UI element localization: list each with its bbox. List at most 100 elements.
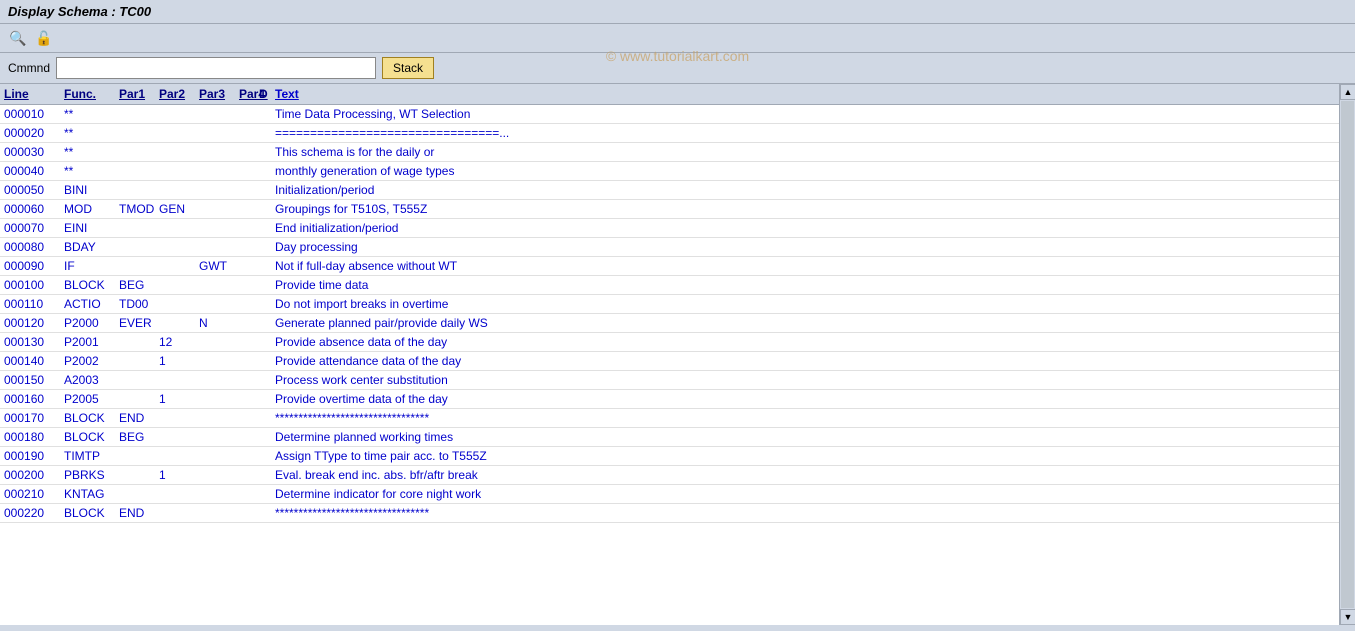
cell-par3 — [195, 144, 235, 160]
cell-par4 — [235, 448, 255, 464]
cell-d — [255, 163, 271, 179]
cell-par4 — [235, 334, 255, 350]
cell-par3 — [195, 467, 235, 483]
cell-par1 — [115, 125, 155, 141]
cell-line: 000180 — [0, 429, 60, 445]
table-row[interactable]: 000160 P2005 1 Provide overtime data of … — [0, 390, 1339, 409]
cell-func: KNTAG — [60, 486, 115, 502]
cell-d — [255, 277, 271, 293]
stack-button[interactable]: Stack — [382, 57, 434, 79]
scroll-down-arrow[interactable]: ▼ — [1340, 609, 1355, 625]
cell-func: P2000 — [60, 315, 115, 331]
scrollbar-right[interactable]: ▲ ▼ — [1339, 84, 1355, 625]
cell-d — [255, 467, 271, 483]
table-row[interactable]: 000120 P2000 EVER N Generate planned pai… — [0, 314, 1339, 333]
cell-par3 — [195, 372, 235, 388]
table-row[interactable]: 000210 KNTAG Determine indicator for cor… — [0, 485, 1339, 504]
table-row[interactable]: 000050 BINI Initialization/period — [0, 181, 1339, 200]
col-d: D — [255, 86, 271, 102]
table-row[interactable]: 000170 BLOCK END ***********************… — [0, 409, 1339, 428]
table-row[interactable]: 000090 IF GWT Not if full-day absence wi… — [0, 257, 1339, 276]
table-row[interactable]: 000040 ** monthly generation of wage typ… — [0, 162, 1339, 181]
table-row[interactable]: 000080 BDAY Day processing — [0, 238, 1339, 257]
cell-par2 — [155, 486, 195, 502]
table-row[interactable]: 000010 ** Time Data Processing, WT Selec… — [0, 105, 1339, 124]
cell-par4 — [235, 467, 255, 483]
cell-par1 — [115, 106, 155, 122]
table-row[interactable]: 000130 P2001 12 Provide absence data of … — [0, 333, 1339, 352]
cell-d — [255, 391, 271, 407]
cell-par2 — [155, 372, 195, 388]
cell-func: P2001 — [60, 334, 115, 350]
cell-func: BLOCK — [60, 505, 115, 521]
cell-d — [255, 182, 271, 198]
cell-d — [255, 296, 271, 312]
cell-par1 — [115, 144, 155, 160]
cell-par4 — [235, 296, 255, 312]
cell-par4 — [235, 201, 255, 217]
cell-func: TIMTP — [60, 448, 115, 464]
cell-par2 — [155, 106, 195, 122]
cell-line: 000110 — [0, 296, 60, 312]
cell-d — [255, 353, 271, 369]
cell-d — [255, 106, 271, 122]
cell-par4 — [235, 239, 255, 255]
col-par2: Par2 — [155, 86, 195, 102]
cell-par1: BEG — [115, 277, 155, 293]
table-row[interactable]: 000060 MOD TMOD GEN Groupings for T510S,… — [0, 200, 1339, 219]
cell-par1 — [115, 448, 155, 464]
cell-d — [255, 372, 271, 388]
cell-text: Process work center substitution — [271, 372, 1339, 388]
cell-par3 — [195, 334, 235, 350]
cell-par4 — [235, 182, 255, 198]
cell-text: Provide attendance data of the day — [271, 353, 1339, 369]
cell-func: BINI — [60, 182, 115, 198]
cell-par1 — [115, 258, 155, 274]
cell-par1 — [115, 239, 155, 255]
cell-line: 000030 — [0, 144, 60, 160]
table-row[interactable]: 000190 TIMTP Assign TType to time pair a… — [0, 447, 1339, 466]
table-row[interactable]: 000180 BLOCK BEG Determine planned worki… — [0, 428, 1339, 447]
cell-line: 000040 — [0, 163, 60, 179]
table-row[interactable]: 000110 ACTIO TD00 Do not import breaks i… — [0, 295, 1339, 314]
cell-d — [255, 410, 271, 426]
cell-par3 — [195, 448, 235, 464]
col-par3: Par3 — [195, 86, 235, 102]
cell-line: 000130 — [0, 334, 60, 350]
command-input[interactable] — [56, 57, 376, 79]
cell-par4 — [235, 277, 255, 293]
toolbar: 🔍 🔓 © www.tutorialkart.com — [0, 24, 1355, 53]
table-row[interactable]: 000140 P2002 1 Provide attendance data o… — [0, 352, 1339, 371]
cell-line: 000150 — [0, 372, 60, 388]
table-row[interactable]: 000020 ** ==============================… — [0, 124, 1339, 143]
table-row[interactable]: 000220 BLOCK END ***********************… — [0, 504, 1339, 523]
cell-text: End initialization/period — [271, 220, 1339, 236]
cell-par2 — [155, 296, 195, 312]
cell-text: Do not import breaks in overtime — [271, 296, 1339, 312]
cell-par2 — [155, 163, 195, 179]
cell-par1 — [115, 220, 155, 236]
col-line: Line — [0, 86, 60, 102]
scroll-thumb[interactable] — [1341, 101, 1354, 608]
table-row[interactable]: 000070 EINI End initialization/period — [0, 219, 1339, 238]
cell-func: BDAY — [60, 239, 115, 255]
col-par4: Par4 — [235, 86, 255, 102]
cell-par4 — [235, 410, 255, 426]
fingerprint-icon[interactable]: 🔍 — [8, 28, 28, 48]
cell-par3: GWT — [195, 258, 235, 274]
cell-line: 000020 — [0, 125, 60, 141]
scroll-up-arrow[interactable]: ▲ — [1340, 84, 1355, 100]
cell-text: Time Data Processing, WT Selection — [271, 106, 1339, 122]
table-row[interactable]: 000200 PBRKS 1 Eval. break end inc. abs.… — [0, 466, 1339, 485]
cell-text: Determine indicator for core night work — [271, 486, 1339, 502]
cell-line: 000080 — [0, 239, 60, 255]
table-row[interactable]: 000100 BLOCK BEG Provide time data — [0, 276, 1339, 295]
cell-par4 — [235, 486, 255, 502]
cell-par3 — [195, 353, 235, 369]
cell-par4 — [235, 315, 255, 331]
cell-par2 — [155, 220, 195, 236]
lock-icon[interactable]: 🔓 — [34, 28, 54, 48]
table-row[interactable]: 000150 A2003 Process work center substit… — [0, 371, 1339, 390]
cell-par2: 1 — [155, 391, 195, 407]
table-row[interactable]: 000030 ** This schema is for the daily o… — [0, 143, 1339, 162]
